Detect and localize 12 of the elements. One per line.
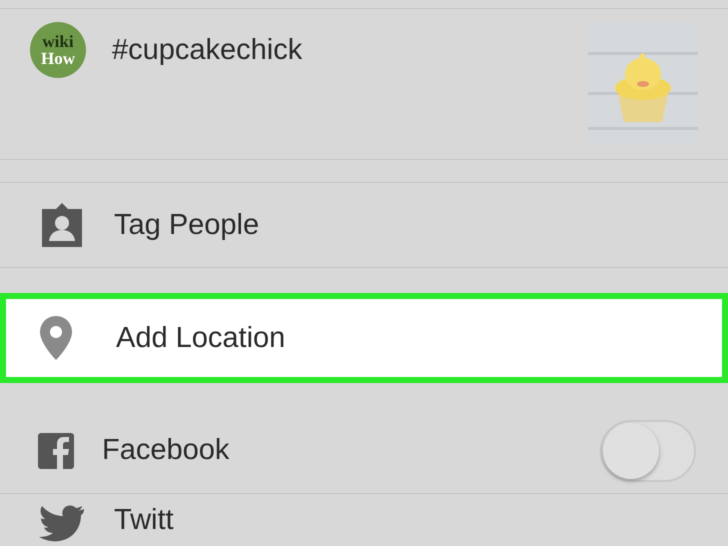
facebook-icon	[38, 432, 74, 468]
option-row[interactable]: Add Location	[0, 293, 728, 383]
option-label: Add Location	[116, 322, 286, 354]
option-row[interactable]: Tag People	[0, 183, 728, 268]
share-label: Twitt	[114, 504, 175, 537]
caption-text: #cupcakechick	[112, 34, 304, 67]
option-label: Tag People	[114, 208, 260, 242]
bird-icon	[38, 504, 86, 544]
share-label: Facebook	[102, 434, 230, 467]
avatar-text: wiki	[42, 33, 74, 50]
avatar-text: How	[41, 50, 75, 67]
location-pin-icon	[38, 314, 74, 362]
